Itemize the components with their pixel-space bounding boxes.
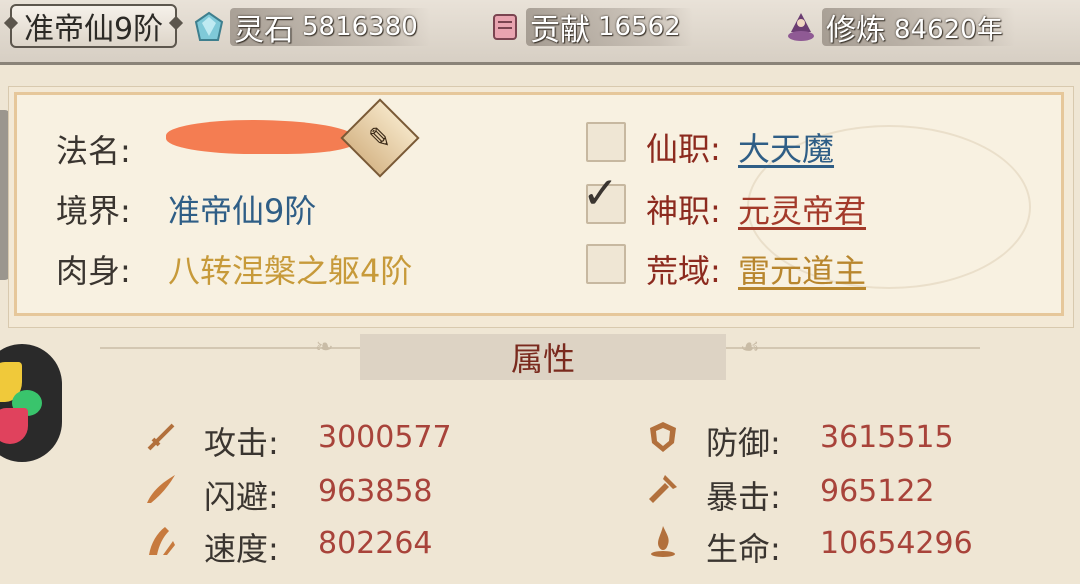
spirit-stone-icon bbox=[192, 10, 226, 44]
defense-label: 防御: bbox=[706, 424, 781, 462]
speed-label: 速度: bbox=[204, 530, 279, 568]
defense-value: 3615515 bbox=[820, 420, 954, 455]
cultivation-figure-icon bbox=[784, 10, 818, 44]
life-flame-icon bbox=[644, 522, 682, 560]
resource-name: 修炼 bbox=[826, 13, 886, 48]
resource-cultivation[interactable]: 修炼 84620年 bbox=[784, 6, 1015, 48]
title-label-divine-post: 神职: bbox=[646, 192, 721, 230]
title-checkbox-divine-post[interactable]: ✓ bbox=[582, 172, 626, 224]
critical-label: 暴击: bbox=[706, 478, 781, 516]
resource-value: 5816380 bbox=[302, 12, 418, 42]
resource-name: 灵石 bbox=[234, 13, 294, 48]
dodge-value: 963858 bbox=[318, 474, 433, 509]
dodge-wing-icon bbox=[142, 470, 180, 508]
title-value-wild-domain[interactable]: 雷元道主 bbox=[738, 246, 866, 292]
body-value: 八转涅槃之躯4阶 bbox=[168, 252, 413, 290]
resource-value: 84620年 bbox=[894, 14, 1003, 45]
resource-name: 贡献 bbox=[530, 13, 590, 48]
realm-tag-label: 准帝仙9阶 bbox=[24, 12, 164, 47]
redacted-name bbox=[166, 120, 356, 154]
resource-bar: 准帝仙9阶 灵石 5816380 贡献 16562 修炼 84620年 bbox=[0, 0, 1080, 65]
speed-value: 802264 bbox=[318, 526, 433, 561]
attribute-header: 属性 bbox=[360, 334, 726, 380]
realm-tag[interactable]: 准帝仙9阶 bbox=[10, 4, 178, 48]
checkmark-icon: ✓ bbox=[582, 168, 619, 219]
body-label: 肉身: bbox=[56, 252, 131, 290]
attack-sword-icon bbox=[142, 418, 180, 456]
floating-assistant-button[interactable] bbox=[0, 344, 62, 462]
resource-spirit-stone[interactable]: 灵石 5816380 bbox=[192, 6, 430, 48]
dodge-label: 闪避: bbox=[204, 478, 279, 516]
contribution-scroll-icon bbox=[488, 10, 522, 44]
brush-icon: ✎ bbox=[368, 121, 392, 155]
cloud-ornament-icon: ❧ bbox=[315, 335, 334, 360]
critical-value: 965122 bbox=[820, 474, 935, 509]
title-label-immortal-post: 仙职: bbox=[646, 130, 721, 168]
life-value: 10654296 bbox=[820, 526, 973, 561]
speed-icon bbox=[142, 522, 180, 560]
resource-contribution[interactable]: 贡献 16562 bbox=[488, 6, 693, 48]
realm-value: 准帝仙9阶 bbox=[168, 192, 317, 230]
title-checkbox-immortal-post[interactable] bbox=[586, 122, 626, 162]
realm-label: 境界: bbox=[56, 192, 131, 230]
title-value-immortal-post[interactable]: 大天魔 bbox=[738, 124, 834, 170]
title-label-wild-domain: 荒域: bbox=[646, 252, 721, 290]
life-label: 生命: bbox=[706, 530, 781, 568]
defense-shield-icon bbox=[644, 418, 682, 456]
attack-value: 3000577 bbox=[318, 420, 452, 455]
critical-strike-icon bbox=[644, 470, 682, 508]
title-value-divine-post[interactable]: 元灵帝君 bbox=[738, 186, 866, 232]
name-label: 法名: bbox=[56, 132, 131, 170]
cloud-ornament-icon: ☙ bbox=[740, 335, 760, 360]
title-checkbox-wild-domain[interactable] bbox=[586, 244, 626, 284]
attack-label: 攻击: bbox=[204, 424, 279, 462]
attribute-title: 属性 bbox=[510, 340, 575, 378]
resource-value: 16562 bbox=[598, 12, 681, 42]
